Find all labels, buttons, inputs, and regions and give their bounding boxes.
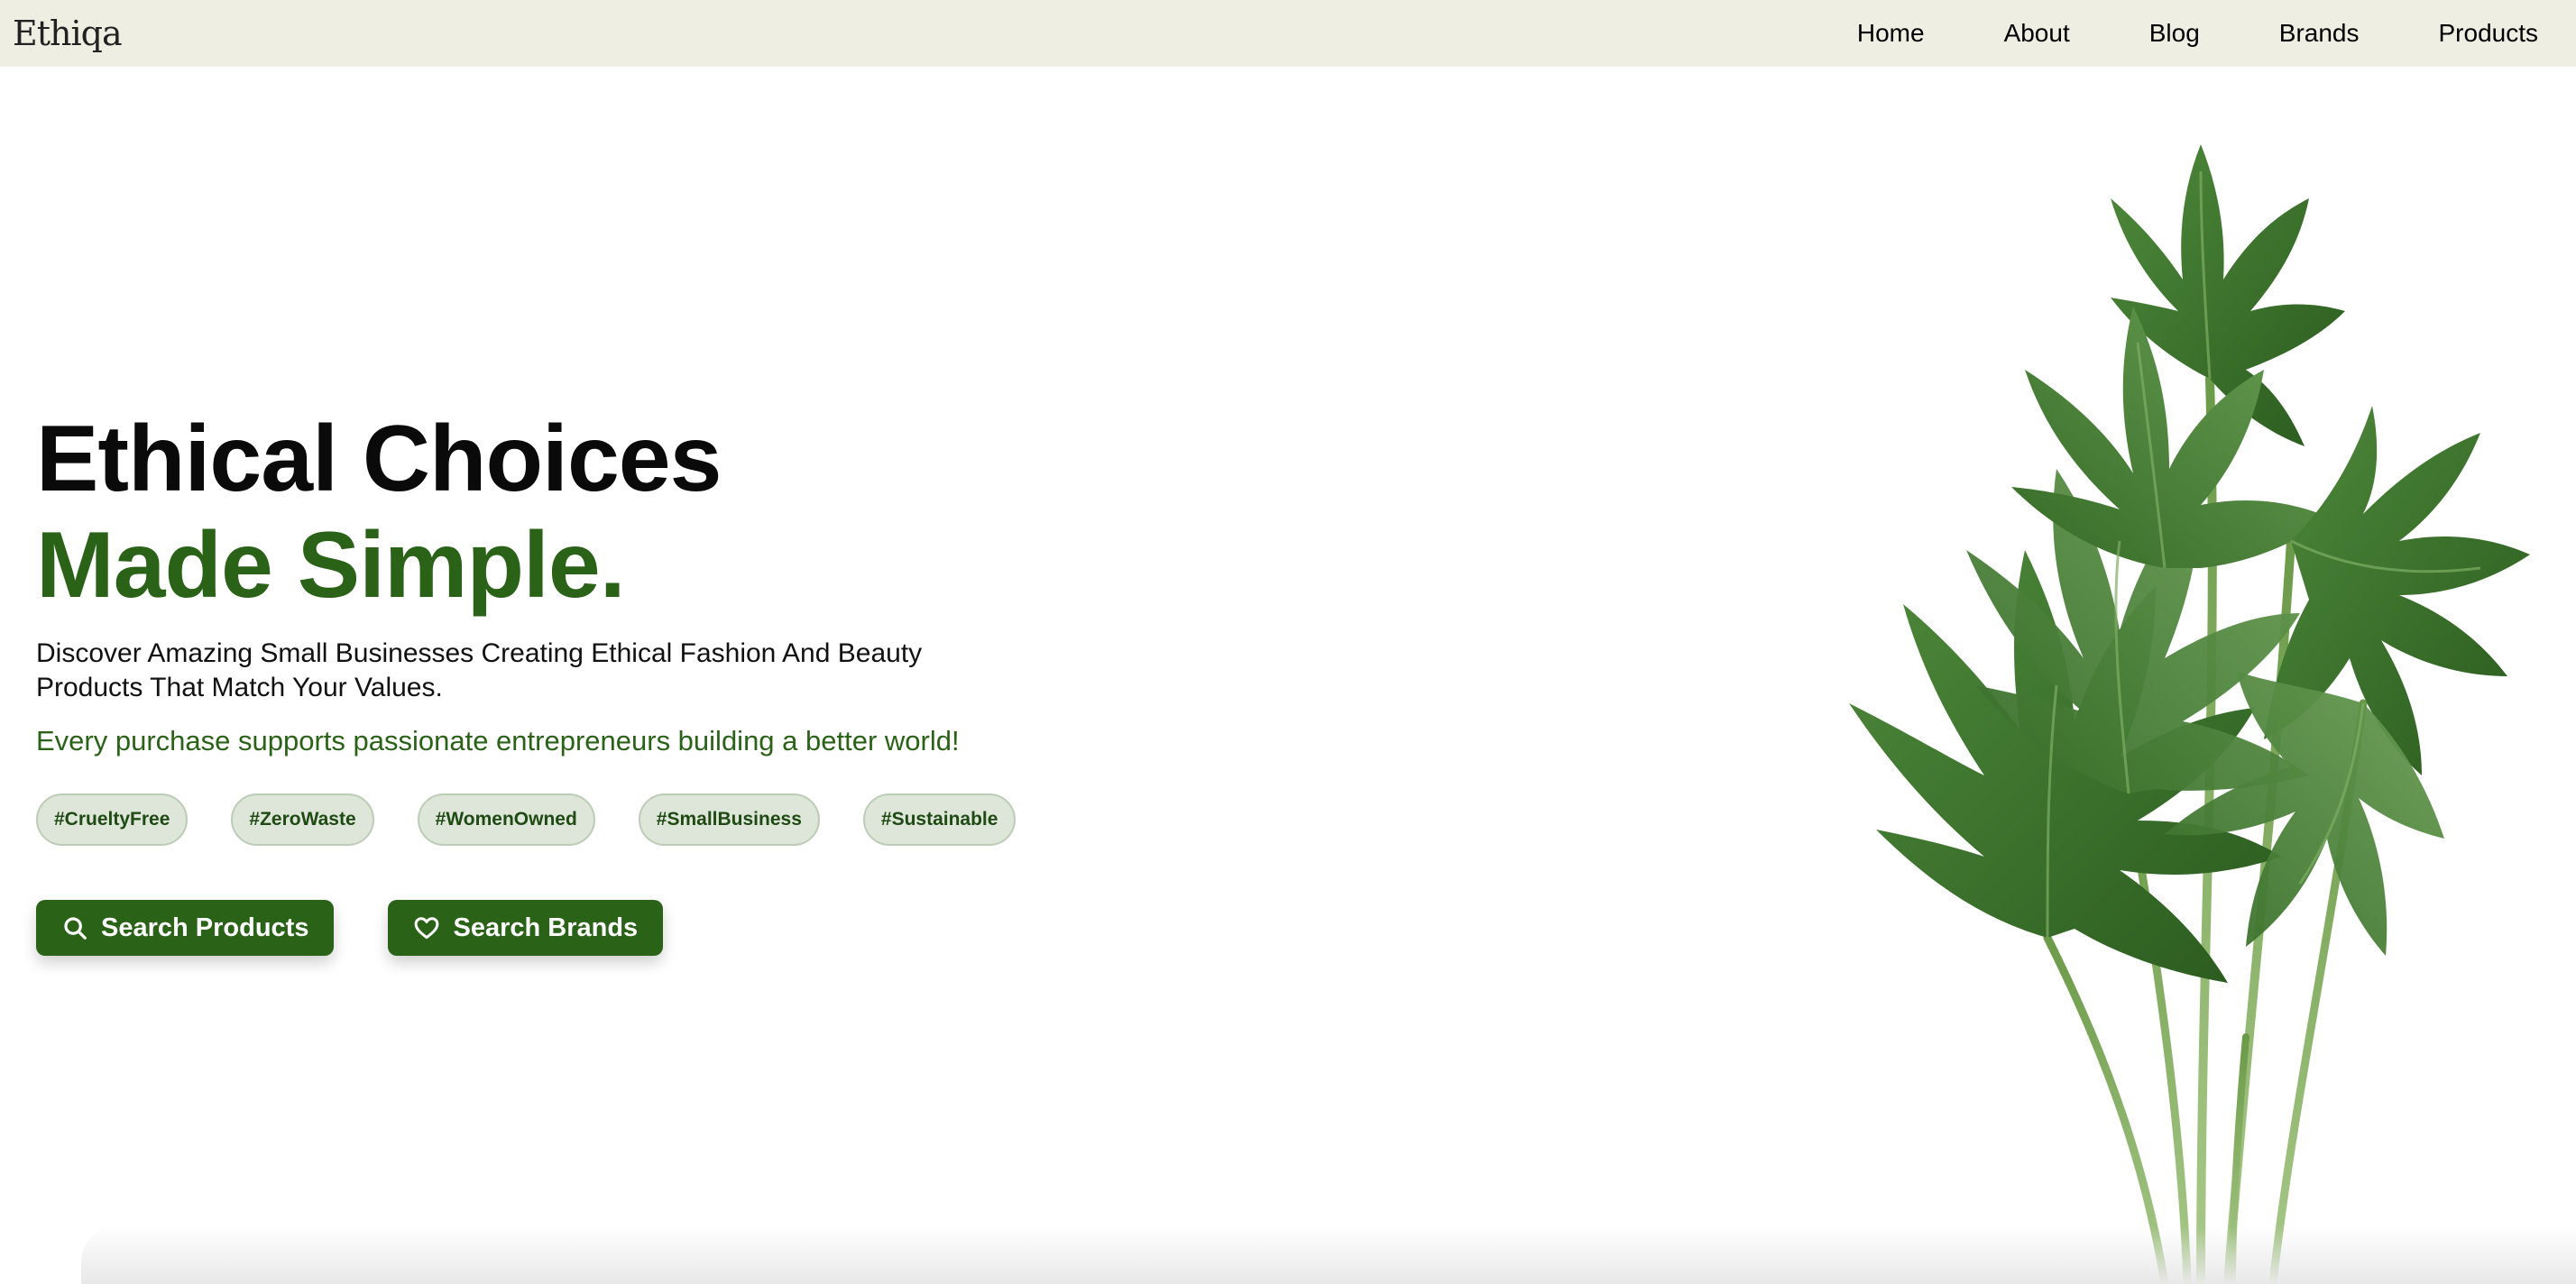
tag-women-owned[interactable]: #WomenOwned	[417, 793, 595, 846]
bottom-section-edge	[81, 1226, 2576, 1284]
nav-link-home[interactable]: Home	[1857, 19, 1925, 48]
logo[interactable]: Ethiqa	[13, 16, 123, 50]
nav-link-about[interactable]: About	[2004, 19, 2070, 48]
search-brands-label: Search Brands	[453, 913, 639, 942]
tag-zero-waste[interactable]: #ZeroWaste	[231, 793, 374, 846]
search-icon	[61, 914, 88, 941]
search-brands-button[interactable]: Search Brands	[388, 900, 664, 956]
heart-icon	[413, 914, 440, 941]
nav-link-products[interactable]: Products	[2439, 19, 2539, 48]
tag-list: #CrueltyFree #ZeroWaste #WomenOwned #Sma…	[36, 793, 1118, 846]
page: Ethiqa Home About Blog Brands Products E…	[0, 0, 2576, 1284]
nav-link-brands[interactable]: Brands	[2279, 19, 2360, 48]
hero-headline: Ethical Choices Made Simple.	[36, 406, 1118, 619]
hero-actions: Search Products Search Brands	[36, 900, 1118, 956]
monstera-plant-image	[1822, 144, 2535, 1284]
headline-line-2: Made Simple.	[36, 513, 626, 618]
hero-tagline: Every purchase supports passionate entre…	[36, 725, 960, 757]
navbar: Ethiqa Home About Blog Brands Products	[0, 0, 2576, 67]
tag-small-business[interactable]: #SmallBusiness	[638, 793, 820, 846]
nav-links: Home About Blog Brands Products	[1778, 19, 2538, 48]
search-products-button[interactable]: Search Products	[36, 900, 335, 956]
hero-section: Ethical Choices Made Simple. Discover Am…	[36, 406, 1118, 956]
nav-link-blog[interactable]: Blog	[2149, 19, 2200, 48]
search-products-label: Search Products	[101, 913, 309, 942]
tag-sustainable[interactable]: #Sustainable	[862, 793, 1017, 846]
headline-line-1: Ethical Choices	[36, 407, 722, 511]
hero-description: Discover Amazing Small Businesses Creati…	[36, 638, 923, 702]
tag-cruelty-free[interactable]: #CrueltyFree	[36, 793, 189, 846]
